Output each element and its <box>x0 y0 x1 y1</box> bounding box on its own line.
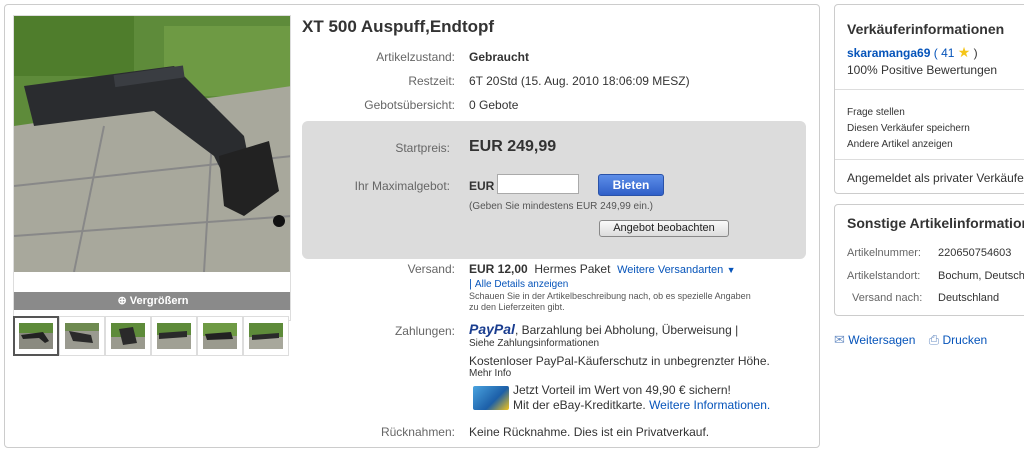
print-link[interactable]: Drucken <box>943 333 988 347</box>
shipping-price: EUR 12,00 <box>469 262 528 276</box>
returns-value: Keine Rücknahme. Dies ist ein Privatverk… <box>469 425 710 439</box>
seller-rating-close: ) <box>973 46 978 60</box>
ask-question-link[interactable]: Frage stellen <box>847 107 905 118</box>
separator-bar: | <box>469 278 472 290</box>
more-info-link[interactable]: Mehr Info <box>469 368 511 379</box>
seller-info-box: Verkäuferinformationen skaramanga69 ( 41… <box>834 4 1024 194</box>
actions-row: ✉ Weitersagen ⎙ Drucken <box>834 332 987 348</box>
promo-line-2: Mit der eBay-Kreditkarte. <box>513 398 646 412</box>
more-shipping-link[interactable]: Weitere Versandarten <box>617 264 723 276</box>
thumbnail-image <box>249 323 283 349</box>
divider <box>835 159 1024 160</box>
thumbnail-image <box>65 323 99 349</box>
enlarge-button[interactable]: ⊕ Vergrößern <box>14 292 290 310</box>
condition-label: Artikelzustand: <box>376 50 455 64</box>
share-link[interactable]: Weitersagen <box>848 333 915 347</box>
all-details-link[interactable]: Alle Details anzeigen <box>475 279 568 290</box>
save-seller-link[interactable]: Diesen Verkäufer speichern <box>847 123 970 134</box>
thumbnail-image <box>157 323 191 349</box>
thumbnail[interactable] <box>197 316 243 356</box>
thumbnail[interactable] <box>13 316 59 356</box>
main-photo[interactable]: ⊕ Vergrößern <box>13 15 291 321</box>
payment-label: Zahlungen: <box>394 324 455 338</box>
bid-panel: Startpreis: EUR 249,99 Ihr Maximalgebot:… <box>302 121 806 259</box>
thumbnail[interactable] <box>243 316 289 356</box>
enlarge-label: Vergrößern <box>129 295 189 307</box>
seller-rating-open[interactable]: ( 41 <box>934 46 955 60</box>
ships-to-value: Deutschland <box>938 292 1000 304</box>
promo-line-1: Jetzt Vorteil im Wert von 49,90 € sicher… <box>513 383 731 397</box>
currency-label: EUR <box>469 179 495 193</box>
item-location-label: Artikelstandort: <box>847 270 921 282</box>
shipping-row: EUR 12,00 Hermes Paket Weitere Versandar… <box>469 262 736 276</box>
item-number-value: 220650754603 <box>938 247 1012 259</box>
payment-methods: , Barzahlung bei Abholung, Überweisung | <box>514 323 739 337</box>
thumbnail[interactable] <box>59 316 105 356</box>
other-info-title: Sonstige Artikelinformationen <box>847 215 1024 231</box>
promo-link[interactable]: Weitere Informationen. <box>649 398 770 412</box>
bid-history-link[interactable]: 0 Gebote <box>469 98 518 112</box>
paypal-logo: PayPal <box>469 321 515 337</box>
star-icon: ★ <box>957 44 971 60</box>
payment-row: PayPal, Barzahlung bei Abholung, Überwei… <box>469 321 738 337</box>
thumbnail[interactable] <box>105 316 151 356</box>
returns-label: Rücknahmen: <box>380 425 455 439</box>
product-image[interactable] <box>14 16 290 272</box>
mail-icon[interactable]: ✉ <box>834 332 845 347</box>
shipping-note-1: Schauen Sie in der Artikelbeschreibung n… <box>469 291 751 301</box>
exhaust-photo <box>14 16 290 272</box>
seller-name-link[interactable]: skaramanga69 <box>847 46 930 60</box>
start-price-label: Startpreis: <box>395 141 450 155</box>
item-container: ⊕ Vergrößern XT 500 Auspuff,Endtopf Arti… <box>4 4 820 448</box>
condition-value: Gebraucht <box>469 50 530 64</box>
time-left-value: 6T 20Std (15. Aug. 2010 18:06:09 MESZ) <box>469 74 690 88</box>
other-info-box: Sonstige Artikelinformationen Artikelnum… <box>834 204 1024 316</box>
zoom-icon: ⊕ <box>117 295 127 307</box>
seller-info-title: Verkäuferinformationen <box>847 21 1005 37</box>
seller-name-row: skaramanga69 ( 41 ★ ) <box>847 44 978 61</box>
shipping-note-2: zu den Lieferzeiten gibt. <box>469 302 565 312</box>
item-title: XT 500 Auspuff,Endtopf <box>302 17 495 36</box>
thumbnail-image <box>111 323 145 349</box>
bid-button[interactable]: Bieten <box>598 174 664 196</box>
max-bid-input[interactable] <box>497 174 579 194</box>
ships-to-label: Versand nach: <box>852 292 923 304</box>
other-items-link[interactable]: Andere Artikel anzeigen <box>847 139 953 150</box>
divider <box>835 89 1024 90</box>
shipping-method: Hermes Paket <box>534 262 611 276</box>
item-location-value: Bochum, Deutschland <box>938 270 1024 282</box>
printer-icon[interactable]: ⎙ <box>929 332 939 347</box>
max-bid-label: Ihr Maximalgebot: <box>354 179 450 193</box>
watch-button[interactable]: Angebot beobachten <box>599 220 729 237</box>
item-number-label: Artikelnummer: <box>847 247 921 259</box>
time-left-label: Restzeit: <box>408 74 455 88</box>
thumbnail-image <box>203 323 237 349</box>
credit-card-icon <box>473 386 509 410</box>
thumbnail-strip <box>13 316 291 356</box>
seller-registration: Angemeldet als privater Verkäufer <box>847 171 1024 185</box>
paypal-protection: Kostenloser PayPal-Käuferschutz in unbeg… <box>469 354 770 368</box>
thumbnail-image <box>19 323 53 349</box>
seller-positive-feedback: 100% Positive Bewertungen <box>847 63 998 77</box>
min-bid-hint: (Geben Sie mindestens EUR 249,99 ein.) <box>469 201 653 212</box>
start-price: EUR 249,99 <box>469 138 557 155</box>
shipping-details-row: | Alle Details anzeigen <box>469 278 568 290</box>
dropdown-arrow-icon[interactable]: ▼ <box>727 265 736 275</box>
payment-info-link[interactable]: Siehe Zahlungsinformationen <box>469 338 599 349</box>
shipping-label: Versand: <box>407 262 455 276</box>
bid-history-label: Gebotsübersicht: <box>364 98 455 112</box>
thumbnail[interactable] <box>151 316 197 356</box>
promo-line-2-row: Mit der eBay-Kreditkarte. Weitere Inform… <box>513 398 770 412</box>
